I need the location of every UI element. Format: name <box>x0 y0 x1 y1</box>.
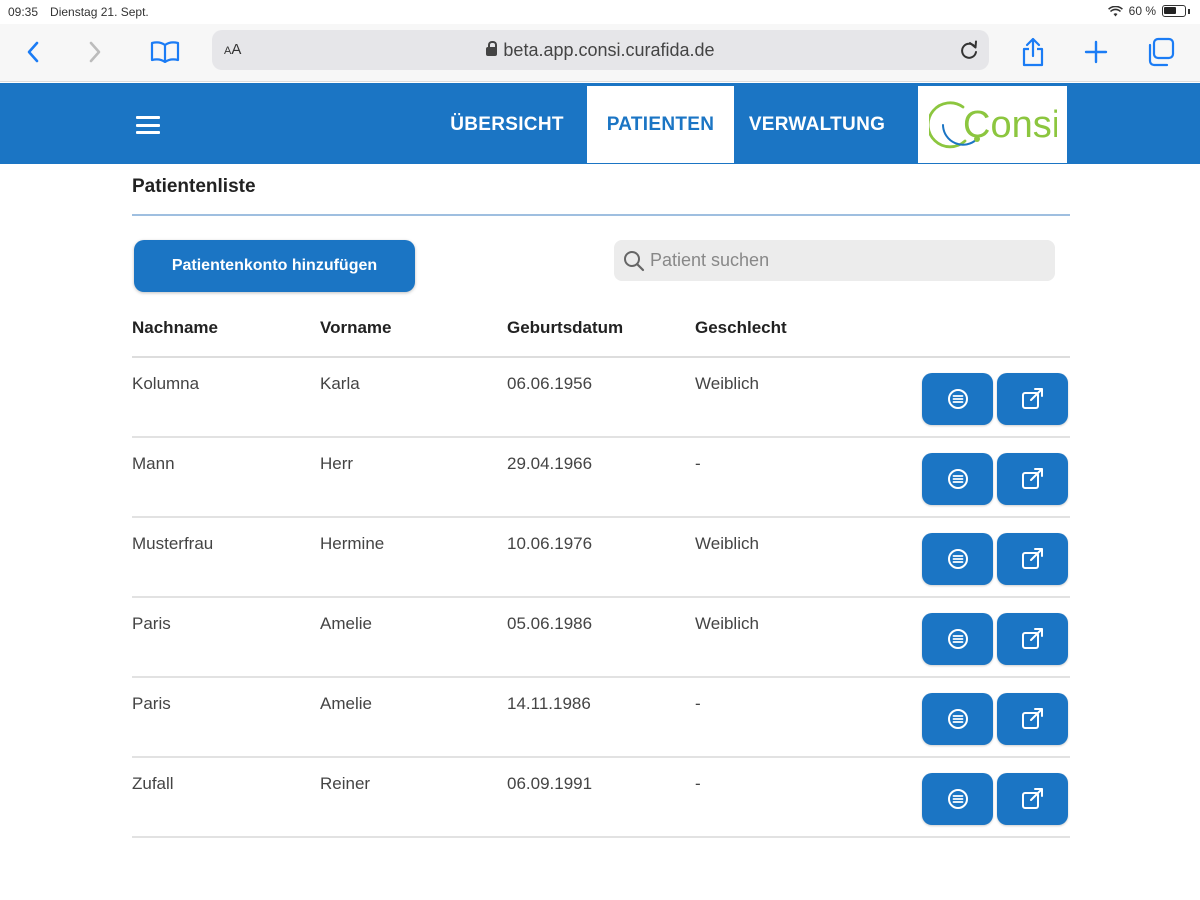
app-header: ÜBERSICHT PATIENTEN VERWALTUNG Consi <box>0 83 1200 164</box>
reload-icon[interactable] <box>959 39 979 66</box>
back-icon[interactable] <box>17 36 49 68</box>
list-icon <box>947 549 968 569</box>
col-header-vorname: Vorname <box>320 318 392 337</box>
cell-geschlecht: - <box>695 454 701 473</box>
cell-geburtsdatum: 06.09.1991 <box>507 774 593 793</box>
col-header-nachname: Nachname <box>132 318 218 337</box>
forward-icon[interactable] <box>79 36 111 68</box>
details-button[interactable] <box>922 373 993 425</box>
patient-search[interactable] <box>614 240 1055 281</box>
cell-vorname: Hermine <box>320 534 385 553</box>
table-row: Mann Herr 29.04.1966 - <box>132 438 1070 518</box>
cell-nachname: Kolumna <box>132 374 200 393</box>
cell-vorname: Reiner <box>320 774 371 793</box>
list-icon <box>947 629 968 649</box>
table-row: Musterfrau Hermine 10.06.1976 Weiblich <box>132 518 1070 598</box>
details-button[interactable] <box>922 453 993 505</box>
open-external-button[interactable] <box>997 373 1068 425</box>
external-link-icon <box>1021 548 1043 569</box>
table-row: Paris Amelie 14.11.1986 - <box>132 678 1070 758</box>
status-time: 09:35 <box>8 5 39 19</box>
search-icon <box>623 250 645 277</box>
cell-vorname: Amelie <box>320 614 372 633</box>
cell-nachname: Mann <box>132 454 175 473</box>
search-input[interactable] <box>650 240 1045 281</box>
cell-geschlecht: - <box>695 694 701 713</box>
status-date: Dienstag 21. Sept. <box>50 5 149 19</box>
cell-vorname: Amelie <box>320 694 372 713</box>
status-bar: 09:35 Dienstag 21. Sept. 60 % <box>0 0 1200 24</box>
tab-verwaltung[interactable]: VERWALTUNG <box>738 86 896 163</box>
cell-vorname: Herr <box>320 454 354 473</box>
page-title: Patientenliste <box>132 176 256 197</box>
new-tab-icon[interactable] <box>1080 36 1112 68</box>
list-icon <box>947 389 968 409</box>
url-text: beta.app.consi.curafida.de <box>503 40 715 60</box>
open-external-button[interactable] <box>997 533 1068 585</box>
table-row: Paris Amelie 05.06.1986 Weiblich <box>132 598 1070 678</box>
lock-icon <box>486 41 498 56</box>
open-external-button[interactable] <box>997 773 1068 825</box>
details-button[interactable] <box>922 693 993 745</box>
battery-percent: 60 % <box>1128 4 1156 18</box>
cell-geburtsdatum: 05.06.1986 <box>507 614 593 633</box>
external-link-icon <box>1021 468 1043 489</box>
cell-nachname: Zufall <box>132 774 174 793</box>
cell-vorname: Karla <box>320 374 360 393</box>
tab-uebersicht[interactable]: ÜBERSICHT <box>440 86 574 163</box>
col-header-geschlecht: Geschlecht <box>695 318 787 337</box>
cell-geburtsdatum: 29.04.1966 <box>507 454 593 473</box>
cell-nachname: Paris <box>132 694 171 713</box>
cell-geschlecht: Weiblich <box>695 534 759 553</box>
table-row: Zufall Reiner 06.09.1991 - <box>132 758 1070 838</box>
col-header-geburtsdatum: Geburtsdatum <box>507 318 624 337</box>
cell-geschlecht: Weiblich <box>695 614 759 633</box>
list-icon <box>947 789 968 809</box>
consi-logo: Consi <box>918 86 1067 163</box>
cell-geschlecht: Weiblich <box>695 374 759 393</box>
tab-patienten[interactable]: PATIENTEN <box>587 86 734 163</box>
cell-nachname: Musterfrau <box>132 534 214 553</box>
open-external-button[interactable] <box>997 453 1068 505</box>
address-bar[interactable]: AA beta.app.consi.curafida.de <box>212 30 989 70</box>
details-button[interactable] <box>922 773 993 825</box>
cell-geschlecht: - <box>695 774 701 793</box>
list-icon <box>947 469 968 489</box>
bookmarks-icon[interactable] <box>149 36 181 68</box>
wifi-icon <box>1107 5 1123 16</box>
cell-geburtsdatum: 14.11.1986 <box>507 694 591 713</box>
details-button[interactable] <box>922 613 993 665</box>
logo-text: Consi <box>963 104 1057 146</box>
browser-toolbar: AA beta.app.consi.curafida.de <box>0 24 1200 82</box>
list-icon <box>947 709 968 729</box>
tabs-overview-icon[interactable] <box>1144 36 1176 68</box>
add-patient-button[interactable]: Patientenkonto hinzufügen <box>134 240 415 292</box>
title-divider <box>132 214 1070 216</box>
external-link-icon <box>1021 628 1043 649</box>
external-link-icon <box>1021 388 1043 409</box>
cell-geburtsdatum: 10.06.1976 <box>507 534 593 553</box>
menu-icon[interactable] <box>136 116 160 134</box>
open-external-button[interactable] <box>997 693 1068 745</box>
share-icon[interactable] <box>1017 36 1049 68</box>
battery-tip <box>1188 8 1190 14</box>
cell-geburtsdatum: 06.06.1956 <box>507 374 593 393</box>
open-external-button[interactable] <box>997 613 1068 665</box>
battery-icon <box>1162 5 1186 17</box>
table-row: Kolumna Karla 06.06.1956 Weiblich <box>132 358 1070 438</box>
external-link-icon <box>1021 708 1043 729</box>
external-link-icon <box>1021 788 1043 809</box>
cell-nachname: Paris <box>132 614 171 633</box>
details-button[interactable] <box>922 533 993 585</box>
